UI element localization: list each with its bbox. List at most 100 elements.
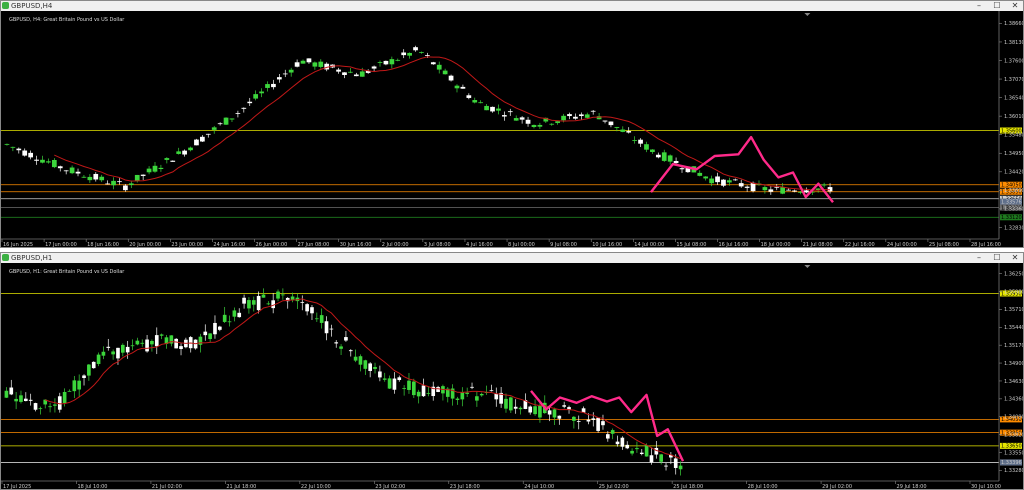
candle-body xyxy=(38,408,43,410)
candle-body xyxy=(538,405,542,418)
price-chart-h1[interactable]: GBPUSD, H1: Great Britain Pound vs US Do… xyxy=(1,263,1023,489)
time-tick-label: 30 Jun 16:00 xyxy=(340,242,372,247)
candle-body xyxy=(537,124,543,127)
time-tick-label: 18 Jul 10:00 xyxy=(77,484,107,489)
candle-body xyxy=(182,150,187,155)
chart-background xyxy=(1,263,1023,489)
candle-body xyxy=(24,398,28,402)
candle-body xyxy=(75,171,81,174)
candle-body xyxy=(324,321,329,334)
time-tick-label: 28 Jul 10:00 xyxy=(748,484,778,489)
candle-body xyxy=(732,179,738,181)
candle-body xyxy=(397,377,402,381)
time-tick-label: 2 Jul 00:00 xyxy=(382,242,409,247)
close-button[interactable]: ✕ xyxy=(1007,1,1023,11)
price-tick-label: 1.36250 xyxy=(1004,271,1023,277)
candle-body xyxy=(615,441,620,445)
candle-body xyxy=(762,187,768,191)
candle-body xyxy=(241,107,247,109)
candle-body xyxy=(426,392,431,394)
candle-body xyxy=(584,114,590,118)
candle-body xyxy=(318,61,324,67)
time-tick-label: 21 Jul 08:00 xyxy=(803,242,833,247)
time-tick-label: 20 Jun 00:00 xyxy=(129,242,161,247)
candle-body xyxy=(154,335,159,347)
candle-body xyxy=(661,152,667,161)
price-tick-label: 1.34950 xyxy=(1004,151,1023,157)
chart-svg[interactable]: GBPUSD, H4: Great Britain Pound vs US Do… xyxy=(1,11,1023,247)
candle-body xyxy=(358,356,363,365)
candle-body xyxy=(87,364,91,376)
candle-body xyxy=(256,295,261,311)
candle-body xyxy=(69,167,75,174)
candle-body xyxy=(111,180,116,186)
close-button[interactable]: ✕ xyxy=(1007,253,1023,263)
price-chart-h4[interactable]: GBPUSD, H4: Great Britain Pound vs US Do… xyxy=(1,11,1023,247)
candle-body xyxy=(99,176,105,181)
candle-body xyxy=(602,120,608,122)
maximize-button[interactable]: ☐ xyxy=(989,253,1005,263)
candle-body xyxy=(211,127,217,130)
candle-body xyxy=(242,297,246,304)
candle-body xyxy=(10,146,16,148)
candle-body xyxy=(205,133,211,135)
app-logo-icon xyxy=(2,2,9,9)
candle-body xyxy=(479,393,484,396)
time-tick-label: 16 Jul 16:00 xyxy=(718,242,748,247)
candle-body xyxy=(159,334,164,336)
candle-body xyxy=(253,94,259,99)
candle-body xyxy=(265,84,270,88)
candle-body xyxy=(91,361,96,369)
candle-body xyxy=(484,105,489,111)
time-tick-label: 23 Jul 02:00 xyxy=(375,484,405,489)
candle-body xyxy=(525,119,531,124)
candle-body xyxy=(312,62,318,67)
chart-background xyxy=(1,11,1023,247)
candle-body xyxy=(28,152,34,158)
minimize-button[interactable]: – xyxy=(971,253,987,263)
price-tick-label: 1.34420 xyxy=(1004,170,1023,176)
candle-body xyxy=(401,52,407,56)
candle-body xyxy=(549,123,555,125)
candle-body xyxy=(649,455,654,463)
candle-body xyxy=(218,326,222,330)
candle-body xyxy=(780,187,786,194)
price-tick-label: 1.32830 xyxy=(1004,225,1023,231)
candle-body xyxy=(232,310,237,317)
time-tick-label: 22 Jul 10:00 xyxy=(301,484,331,489)
candle-body xyxy=(744,186,750,188)
candle-body xyxy=(470,386,474,388)
candle-body xyxy=(276,291,280,299)
candle-body xyxy=(373,366,377,369)
maximize-button[interactable]: ☐ xyxy=(989,1,1005,11)
chart-svg[interactable]: GBPUSD, H1: Great Britain Pound vs US Do… xyxy=(1,263,1023,489)
candle-body xyxy=(300,301,305,303)
candle-body xyxy=(774,186,780,188)
time-tick-label: 29 Jul 18:00 xyxy=(897,484,927,489)
candle-body xyxy=(448,75,454,81)
candle-body xyxy=(82,375,86,378)
candle-body xyxy=(727,180,732,183)
candle-body xyxy=(339,346,343,349)
chart-window-h1[interactable]: GBPUSD,H1 – ☐ ✕ GBPUSD, H1: Great Britai… xyxy=(0,252,1024,490)
candle-body xyxy=(620,437,625,447)
candle-body xyxy=(53,404,57,406)
time-tick-label: 15 Jul 08:00 xyxy=(676,242,706,247)
chart-window-h4[interactable]: GBPUSD,H4 – ☐ ✕ GBPUSD, H4: Great Britai… xyxy=(0,0,1024,248)
candle-body xyxy=(51,159,57,168)
candle-body xyxy=(738,183,744,187)
candle-body xyxy=(596,417,600,431)
candle-body xyxy=(135,340,140,345)
candle-body xyxy=(145,339,149,352)
minimize-button[interactable]: – xyxy=(971,1,987,11)
candle-body xyxy=(601,421,605,426)
candle-body xyxy=(96,354,101,364)
time-tick-label: 27 Jun 08:00 xyxy=(298,242,330,247)
candle-body xyxy=(610,430,615,434)
candle-body xyxy=(442,70,448,75)
time-tick-label: 28 Jul 16:00 xyxy=(971,242,1001,247)
app-logo-icon xyxy=(2,254,9,261)
candle-body xyxy=(48,406,52,408)
price-tick-label: 1.36540 xyxy=(1004,95,1023,101)
candle-body xyxy=(57,396,62,410)
